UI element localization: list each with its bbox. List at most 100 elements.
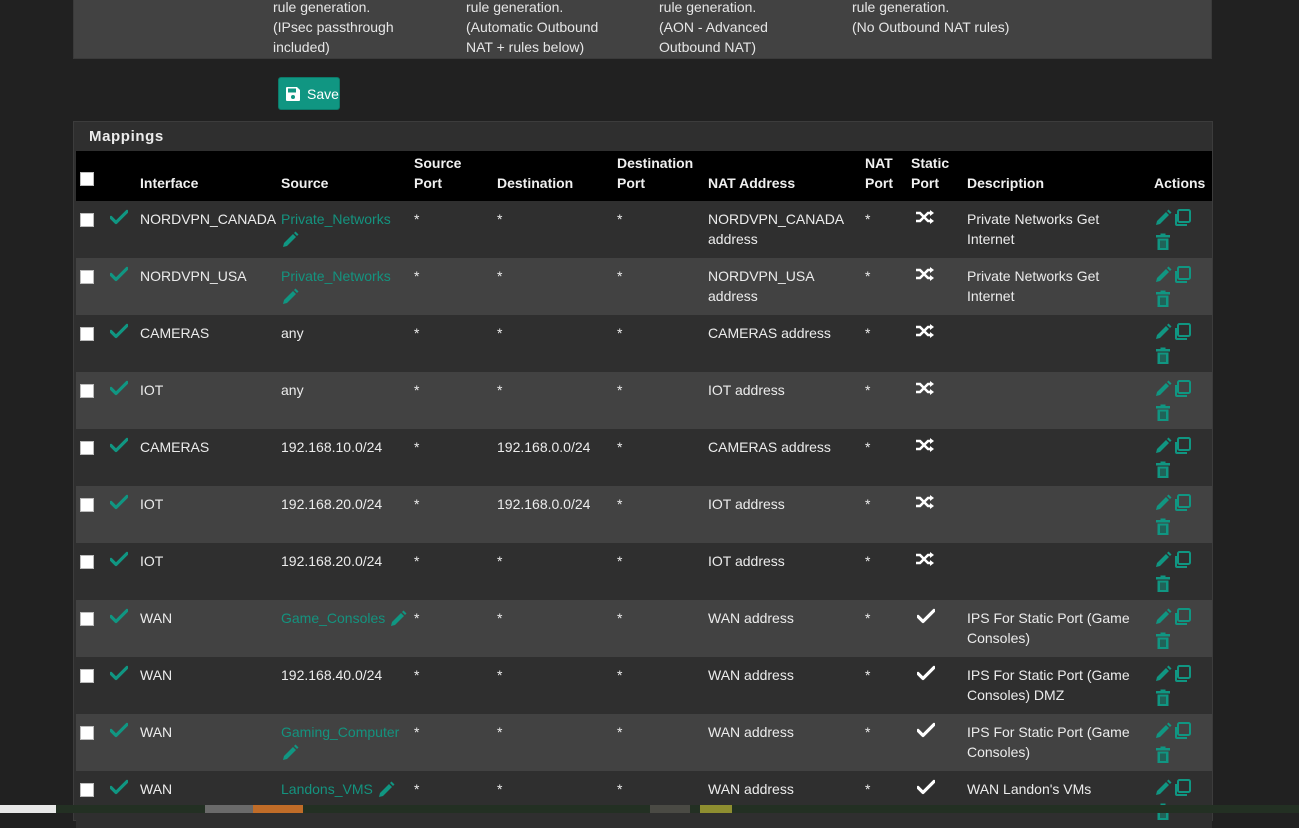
enabled-check-icon[interactable] [110, 494, 128, 510]
shuffle-icon [915, 437, 935, 453]
table-row[interactable]: WAN Gaming_Computer * * * WAN address * … [76, 714, 1212, 771]
copy-icon[interactable] [1173, 380, 1191, 403]
edit-pencil-icon[interactable] [1154, 779, 1172, 802]
enabled-check-icon[interactable] [110, 551, 128, 567]
select-all-checkbox[interactable] [80, 172, 94, 186]
trash-icon[interactable] [1154, 461, 1172, 484]
edit-pencil-icon[interactable] [1154, 266, 1172, 289]
taskbar-item[interactable] [253, 805, 303, 813]
edit-pencil-icon[interactable] [1154, 323, 1172, 346]
table-row[interactable]: WAN Landons_VMS * * * WAN address * WAN … [76, 771, 1212, 828]
trash-icon[interactable] [1154, 575, 1172, 598]
edit-pencil-icon[interactable] [1154, 665, 1172, 688]
table-row[interactable]: CAMERAS any * * * CAMERAS address * [76, 315, 1212, 372]
row-checkbox[interactable] [80, 555, 94, 569]
taskbar-item[interactable] [650, 805, 690, 813]
row-checkbox[interactable] [80, 213, 94, 227]
source-alias-link[interactable]: Landons_VMS [281, 781, 373, 797]
taskbar-item[interactable] [0, 805, 56, 813]
enabled-check-icon[interactable] [110, 665, 128, 681]
source-alias-link[interactable]: Gaming_Computer [281, 724, 399, 740]
column-header-static-port[interactable]: Static Port [907, 151, 963, 201]
column-header-nat-port[interactable]: NAT Port [861, 151, 907, 201]
description-cell [963, 486, 1150, 543]
enabled-check-icon[interactable] [110, 380, 128, 396]
trash-icon[interactable] [1154, 233, 1172, 256]
copy-icon[interactable] [1173, 209, 1191, 232]
edit-alias-icon[interactable] [389, 610, 407, 628]
copy-icon[interactable] [1173, 665, 1191, 688]
trash-icon[interactable] [1154, 347, 1172, 370]
enabled-check-icon[interactable] [110, 608, 128, 624]
destination-port-cell: * [617, 268, 623, 284]
copy-icon[interactable] [1173, 266, 1191, 289]
enabled-check-icon[interactable] [110, 323, 128, 339]
copy-icon[interactable] [1173, 608, 1191, 631]
actions-cell [1150, 714, 1212, 771]
column-header-description[interactable]: Description [963, 151, 1150, 201]
table-row[interactable]: IOT 192.168.20.0/24 * * * IOT address * [76, 543, 1212, 600]
copy-icon[interactable] [1173, 779, 1191, 802]
column-header-destination-port[interactable]: Destination Port [613, 151, 704, 201]
trash-icon[interactable] [1154, 404, 1172, 427]
row-checkbox[interactable] [80, 327, 94, 341]
source-alias-link[interactable]: Game_Consoles [281, 610, 385, 626]
trash-icon[interactable] [1154, 746, 1172, 769]
copy-icon[interactable] [1173, 437, 1191, 460]
column-header-nat-address[interactable]: NAT Address [704, 151, 861, 201]
edit-pencil-icon[interactable] [1154, 380, 1172, 403]
taskbar-item[interactable] [205, 805, 253, 813]
trash-icon[interactable] [1154, 689, 1172, 712]
header-text: Port [617, 175, 645, 191]
column-header-source-port[interactable]: Source Port [410, 151, 493, 201]
row-checkbox[interactable] [80, 270, 94, 284]
source-alias-link[interactable]: Private_Networks [281, 211, 391, 227]
row-checkbox[interactable] [80, 384, 94, 398]
edit-pencil-icon[interactable] [1154, 608, 1172, 631]
copy-icon[interactable] [1173, 494, 1191, 517]
destination-cell: * [497, 667, 503, 683]
trash-icon[interactable] [1154, 518, 1172, 541]
copy-icon[interactable] [1173, 323, 1191, 346]
column-header-source[interactable]: Source [277, 151, 410, 201]
source-cell: 192.168.10.0/24 [277, 429, 410, 486]
taskbar-item[interactable] [700, 805, 732, 813]
table-row[interactable]: WAN 192.168.40.0/24 * * * WAN address * … [76, 657, 1212, 714]
edit-pencil-icon[interactable] [1154, 551, 1172, 574]
save-button[interactable]: Save [278, 77, 340, 110]
table-row[interactable]: IOT any * * * IOT address * [76, 372, 1212, 429]
column-header-interface[interactable]: Interface [136, 151, 277, 201]
outbound-nat-mode-panel: rule generation. (IPsec passthrough incl… [73, 0, 1212, 59]
edit-alias-icon[interactable] [281, 288, 299, 306]
table-row[interactable]: NORDVPN_USA Private_Networks * * * NORDV… [76, 258, 1212, 315]
row-checkbox[interactable] [80, 498, 94, 512]
trash-icon[interactable] [1154, 632, 1172, 655]
table-row[interactable]: WAN Game_Consoles * * * WAN address * IP… [76, 600, 1212, 657]
column-header-destination[interactable]: Destination [493, 151, 613, 201]
trash-icon[interactable] [1154, 290, 1172, 313]
row-checkbox[interactable] [80, 783, 94, 797]
edit-pencil-icon[interactable] [1154, 209, 1172, 232]
destination-cell: * [497, 724, 503, 740]
table-row[interactable]: IOT 192.168.20.0/24 * 192.168.0.0/24 * I… [76, 486, 1212, 543]
row-checkbox[interactable] [80, 612, 94, 626]
edit-alias-icon[interactable] [377, 781, 395, 799]
edit-pencil-icon[interactable] [1154, 437, 1172, 460]
row-checkbox[interactable] [80, 726, 94, 740]
edit-pencil-icon[interactable] [1154, 722, 1172, 745]
enabled-check-icon[interactable] [110, 266, 128, 282]
table-row[interactable]: CAMERAS 192.168.10.0/24 * 192.168.0.0/24… [76, 429, 1212, 486]
enabled-check-icon[interactable] [110, 209, 128, 225]
enabled-check-icon[interactable] [110, 722, 128, 738]
table-row[interactable]: NORDVPN_CANADA Private_Networks * * * NO… [76, 201, 1212, 258]
enabled-check-icon[interactable] [110, 779, 128, 795]
row-checkbox[interactable] [80, 441, 94, 455]
copy-icon[interactable] [1173, 551, 1191, 574]
enabled-check-icon[interactable] [110, 437, 128, 453]
edit-alias-icon[interactable] [281, 744, 299, 762]
edit-pencil-icon[interactable] [1154, 494, 1172, 517]
copy-icon[interactable] [1173, 722, 1191, 745]
row-checkbox[interactable] [80, 669, 94, 683]
edit-alias-icon[interactable] [281, 231, 299, 249]
source-alias-link[interactable]: Private_Networks [281, 268, 391, 284]
